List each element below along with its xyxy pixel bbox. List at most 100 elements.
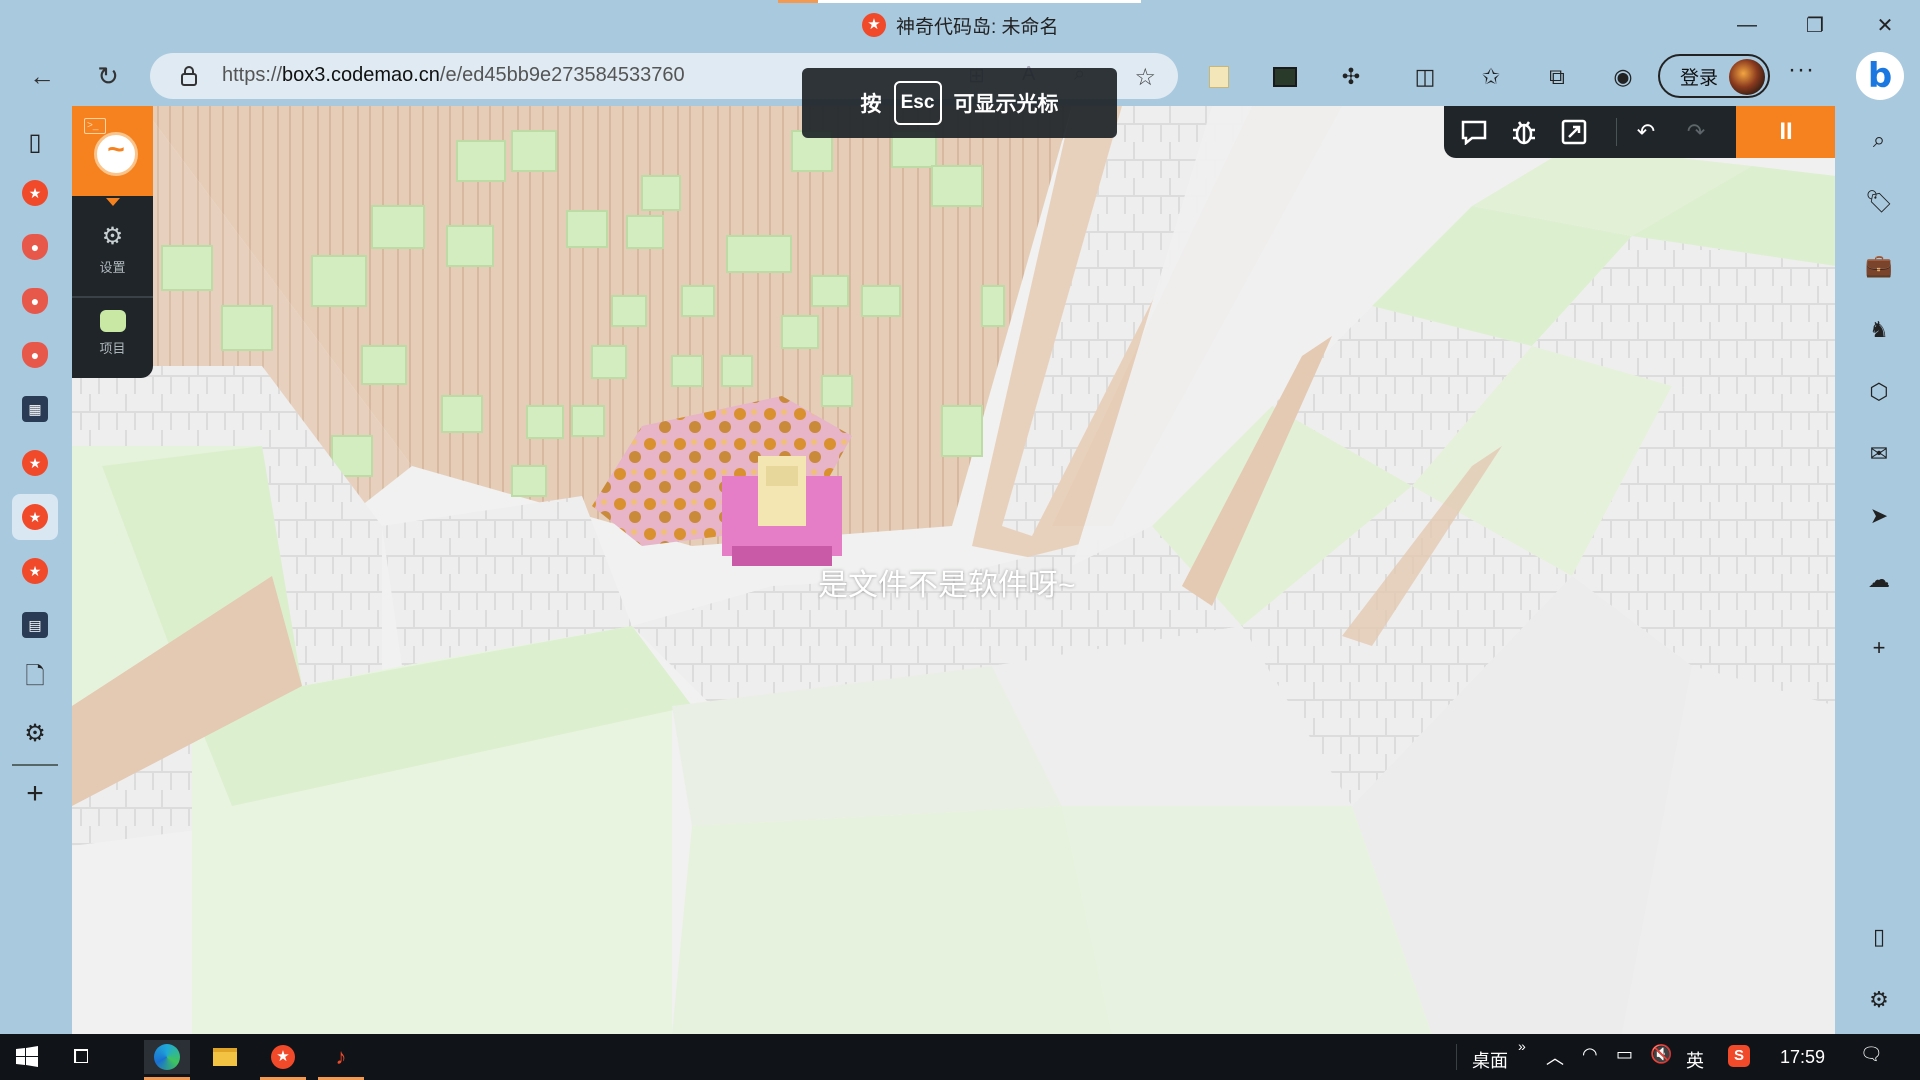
book-tab[interactable]: ▤ [12,602,58,648]
codemao-tab-4-icon: ★ [22,558,48,584]
add-sidebar-app-icon[interactable]: + [1862,631,1896,665]
bing-icon: b [1867,56,1893,96]
active-tab-indicator [778,0,1141,3]
new-tab-button[interactable]: + [12,771,58,817]
drop-send-icon[interactable]: ➤ [1862,499,1896,533]
collections-icon[interactable]: ⧉ [1540,60,1574,94]
show-hidden-icons-icon[interactable]: ︿ [1546,1044,1564,1070]
settings-tab-icon: ⚙ [24,719,46,747]
codemao-tab-1[interactable]: ★ [12,170,58,216]
close-button[interactable]: ✕ [1860,8,1910,42]
window-title: 神奇代码岛: 未命名 [862,12,1059,38]
codemao-tab-1-icon: ★ [22,180,48,206]
game-side-menu: >_ ⚙ 设置 项目 [72,106,153,378]
refresh-button[interactable]: ↻ [86,56,130,96]
pause-button[interactable]: II [1736,106,1836,158]
codemao-tab-4[interactable]: ★ [12,548,58,594]
login-label: 登录 [1680,67,1719,89]
codemao-island-logo-icon[interactable] [94,132,138,176]
browser-essentials-icon[interactable]: ◉ [1606,60,1640,94]
tab-divider [12,764,58,766]
double-chevron-icon[interactable]: » [1518,1038,1526,1054]
chat-icon[interactable] [1456,114,1492,150]
split-screen-icon[interactable]: ◫ [1408,60,1442,94]
microsoft-365-icon[interactable]: ⬡ [1862,375,1896,409]
character-speech-text: 是文件不是软件呀~ [818,569,1076,602]
outlook-icon[interactable]: ✉ [1862,437,1896,471]
taskbar: ⧠ ♪ 桌面 » ︿ ◠ ▭ 🔇 英 S 17:59 🗨 [0,1034,1920,1080]
bird-tab-1-icon: ● [22,234,48,260]
tab-actions-icon[interactable]: ▯ [12,119,58,165]
task-view-icon[interactable]: ⧠ [58,1040,104,1074]
gear-icon: ⚙ [101,223,124,250]
hide-sidebar-icon[interactable]: ▯ [1862,920,1896,954]
title-bar: 神奇代码岛: 未命名 — ❐ ✕ [0,0,1920,50]
document-tab-icon: 🗋 [25,662,45,690]
esc-hint-suffix: 可显示光标 [953,93,1059,116]
ime-indicator[interactable]: 英 [1686,1047,1704,1073]
lock-icon [181,66,197,86]
reading-list-extension-icon[interactable] [1202,60,1236,94]
game-settings-button[interactable]: ⚙ 设置 [72,214,153,284]
game-tab[interactable]: ▦ [12,386,58,432]
window-title-text: 神奇代码岛: 未命名 [896,16,1059,38]
codemao-logo-icon [862,13,886,37]
game-project-label: 项目 [99,340,126,356]
game-project-button[interactable]: 项目 [72,298,153,368]
fullscreen-icon[interactable] [1556,114,1592,150]
favorites-icon[interactable]: ✩ [1474,60,1508,94]
games-icon[interactable]: ♞ [1862,313,1896,347]
sidebar-settings-icon[interactable]: ⚙ [1862,983,1896,1017]
add-favorite-icon[interactable]: ☆ [1134,63,1156,92]
bing-copilot-button[interactable]: b [1856,52,1904,100]
edge-taskbar-icon[interactable] [144,1040,190,1080]
esc-key-badge: Esc [893,81,942,125]
document-tab[interactable]: 🗋 [12,656,58,702]
codemao-tab-3[interactable]: ★ [12,494,58,540]
undo-icon[interactable]: ↶ [1628,114,1664,150]
clock-time[interactable]: 17:59 [1780,1047,1825,1068]
toolbar-divider [1616,118,1617,146]
game-logo-area[interactable]: >_ [72,106,153,196]
settings-tab[interactable]: ⚙ [12,710,58,756]
game-toolbar: ↶ ↷ II [1444,106,1836,158]
chevron-down-icon [106,198,120,206]
tools-briefcase-icon[interactable]: 💼 [1862,249,1896,283]
debug-bug-icon[interactable] [1506,114,1542,150]
extensions-icon[interactable]: ✣ [1334,60,1368,94]
battery-icon[interactable]: ▭ [1616,1044,1633,1065]
redo-icon[interactable]: ↷ [1678,114,1714,150]
back-button[interactable]: ← [20,56,64,96]
notification-center-icon[interactable]: 🗨 [1860,1044,1883,1065]
game-extension-icon[interactable] [1268,60,1302,94]
search-icon[interactable]: ⌕ [1862,123,1896,157]
more-menu-button[interactable]: ··· [1788,56,1815,84]
esc-cursor-hint: 按 Esc 可显示光标 [802,68,1117,138]
minimize-button[interactable]: — [1722,8,1772,42]
codemao-tab-3-icon: ★ [22,504,48,530]
wifi-icon[interactable]: ◠ [1582,1044,1598,1065]
bird-tab-3[interactable]: ● [12,332,58,378]
codemao-tab-2-icon: ★ [22,450,48,476]
taskbar-divider [1456,1044,1457,1070]
app-taskbar-icon[interactable]: ♪ [318,1040,364,1080]
desktop-toolbar-label[interactable]: 桌面 [1472,1047,1508,1073]
cloud-icon[interactable]: ☁ [1862,563,1896,597]
restore-button[interactable]: ❐ [1790,8,1840,42]
login-button[interactable]: 登录 [1658,54,1770,98]
bird-tab-1[interactable]: ● [12,224,58,270]
game-tab-icon: ▦ [22,396,48,422]
terminal-icon[interactable]: >_ [84,118,106,134]
sogou-ime-icon[interactable]: S [1728,1044,1750,1067]
url-text[interactable]: https://box3.codemao.cn/e/ed45bb9e273584… [222,64,685,87]
bird-tab-2-icon: ● [22,288,48,314]
windows-start-icon[interactable] [4,1040,50,1074]
shopping-tag-icon[interactable]: 🏷 [1862,185,1896,219]
codemao-taskbar-icon[interactable] [260,1040,306,1080]
codemao-tab-2[interactable]: ★ [12,440,58,486]
volume-muted-icon[interactable]: 🔇 [1650,1044,1672,1065]
game-settings-label: 设置 [99,260,126,275]
file-explorer-icon[interactable] [202,1040,248,1074]
project-icon [99,309,126,332]
bird-tab-2[interactable]: ● [12,278,58,324]
